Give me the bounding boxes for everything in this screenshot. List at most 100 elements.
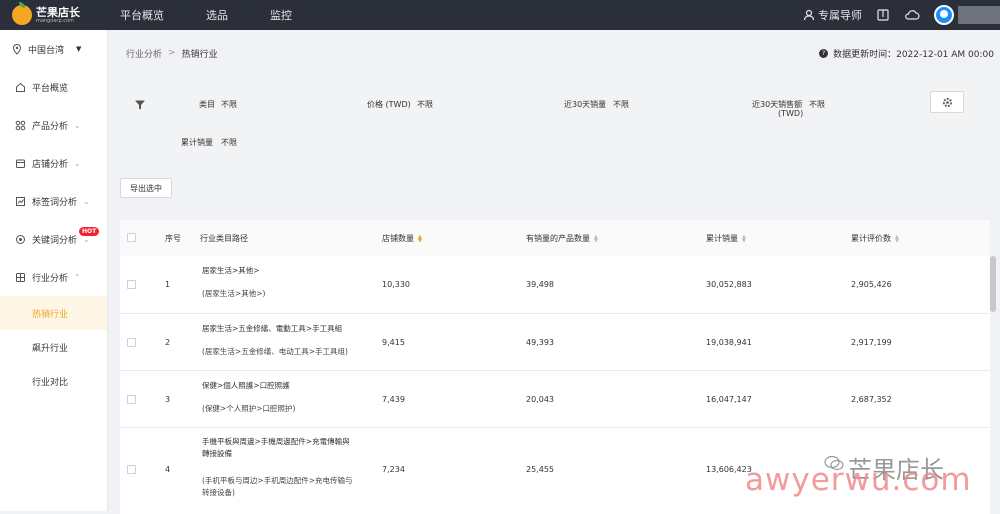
sidebar-subitem-hot-industry[interactable]: 热销行业 [0, 296, 107, 330]
col-sales-label: 累计销量 [706, 234, 738, 243]
row-path: 居家生活>五金修繕、電動工具>手工具組 [202, 324, 343, 333]
filter-sales30-label: 近30天销量 [564, 100, 607, 109]
topnav-product-selection[interactable]: 选品 [206, 7, 228, 23]
col-index: 序号 [165, 234, 181, 243]
row-checkbox[interactable] [127, 465, 136, 474]
filter-panel: 类目 不限 价格 (TWD) 不限 近30天销量 不限 近30天销售额 (TWD… [120, 76, 1000, 170]
sidebar-item-label: 店铺分析 [32, 159, 69, 170]
col-shops[interactable]: 店铺数量 ▲ ▼ [382, 233, 422, 244]
chevron-down-icon: ⌄ [83, 196, 90, 206]
grid-icon [14, 119, 26, 131]
sort-icon[interactable]: ▲ ▼ [742, 234, 746, 243]
sidebar-subitem-industry-compare[interactable]: 行业对比 [0, 364, 107, 398]
row-checkbox[interactable] [127, 280, 136, 289]
table-row[interactable]: 3 保健>個人照護>口腔照護 (保健>个人照护>口腔照护) 7,439 20,0… [120, 371, 990, 428]
breadcrumb: 行业分析 > 热销行业 ? 数据更新时间：2022-12-01 AM 00:00 [120, 30, 1000, 76]
mango-icon [12, 2, 32, 25]
filter-price-label: 价格 (TWD) [367, 100, 411, 109]
sidebar-item-label: 行业分析 [32, 273, 69, 284]
sidebar-item-label: 标签词分析 [32, 197, 78, 208]
avatar[interactable] [934, 5, 954, 25]
scrollbar[interactable] [990, 256, 996, 312]
sort-icon[interactable]: ▲ ▼ [895, 234, 899, 243]
col-products[interactable]: 有销量的产品数量 ▲ ▼ [526, 233, 598, 244]
filter-category-value[interactable]: 不限 [221, 99, 237, 110]
col-products-label: 有销量的产品数量 [526, 234, 590, 243]
hot-badge: HOT [79, 227, 100, 236]
topnav-monitor[interactable]: 监控 [270, 7, 292, 23]
help-icon[interactable]: ? [819, 48, 829, 58]
industry-icon [14, 271, 26, 283]
breadcrumb-current: 热销行业 [181, 49, 218, 60]
caret-down-icon: ▼ [76, 45, 82, 53]
gear-icon [942, 97, 952, 107]
col-reviews[interactable]: 累计评价数 ▲ ▼ [851, 233, 899, 244]
filter-revenue30-unit: (TWD) [778, 109, 804, 118]
home-icon [14, 81, 26, 93]
export-selected-button[interactable]: 导出选中 [120, 178, 172, 198]
row-reviews: 2,917,199 [851, 338, 892, 347]
row-sales: 30,052,883 [706, 280, 752, 289]
filter-total-sales-value[interactable]: 不限 [221, 137, 237, 148]
sidebar-item-product-analysis[interactable]: 产品分析 ⌄ [0, 106, 107, 144]
brand-logo[interactable]: 芒果店长 mangoerp.com [0, 2, 108, 25]
watermark-url: awyerwu.com [745, 462, 972, 498]
row-reviews: 2,905,426 [851, 280, 892, 289]
brand-domain: mangoerp.com [36, 17, 74, 24]
breadcrumb-parent[interactable]: 行业分析 [126, 47, 162, 60]
sidebar-item-shop-analysis[interactable]: 店铺分析 ⌄ [0, 144, 107, 182]
settings-button[interactable] [930, 91, 964, 113]
main-content: 行业分析 > 热销行业 ? 数据更新时间：2022-12-01 AM 00:00… [120, 30, 1000, 514]
col-sales[interactable]: 累计销量 ▲ ▼ [706, 233, 746, 244]
row-path-sub: (居家生活>其他>) [202, 289, 266, 298]
sidebar-item-overview[interactable]: 平台概览 [0, 68, 107, 106]
row-products: 20,043 [526, 395, 554, 404]
sidebar-item-industry-analysis[interactable]: 行业分析 ⌃ [0, 258, 107, 296]
sidebar-item-tag-analysis[interactable]: 标签词分析 ⌄ [0, 182, 107, 220]
book-icon[interactable] [876, 8, 890, 22]
filter-price-value[interactable]: 不限 [417, 99, 433, 110]
brand-name: 芒果店长 [36, 5, 80, 19]
filter-total-sales-label: 累计销量 [181, 138, 213, 147]
row-shops: 10,330 [382, 280, 410, 289]
mentor-button[interactable]: 专属导师 [803, 7, 862, 23]
row-index: 2 [165, 338, 171, 347]
table-row[interactable]: 2 居家生活>五金修繕、電動工具>手工具組 (居家生活>五金修缮、电动工具>手工… [120, 314, 990, 371]
table-row[interactable]: 1 居家生活>其他> (居家生活>其他>) 10,330 39,498 30,0… [120, 256, 990, 314]
username-blurred[interactable] [958, 6, 1000, 24]
row-index: 4 [165, 465, 171, 474]
shop-icon [14, 157, 26, 169]
sort-icon[interactable]: ▲ ▼ [594, 234, 598, 243]
cloud-icon[interactable] [904, 8, 920, 22]
sidebar: 中国台湾 ▼ 平台概览 产品分析 ⌄ 店铺分析 ⌄ 标签词分析 ⌄ 关键词分析 … [0, 30, 108, 511]
col-path: 行业类目路径 [200, 234, 248, 243]
row-shops: 7,439 [382, 395, 405, 404]
row-path-sub: (手机平板与周边>手机周边配件>充电传输与 [202, 476, 353, 485]
row-products: 25,455 [526, 465, 554, 474]
row-path-sub: (保健>个人照护>口腔照护) [202, 404, 296, 413]
sidebar-item-label: 关键词分析 [32, 235, 78, 246]
select-all-checkbox[interactable] [127, 233, 136, 242]
col-shops-label: 店铺数量 [382, 234, 414, 243]
row-checkbox[interactable] [127, 338, 136, 347]
sidebar-item-keyword-analysis[interactable]: 关键词分析 ⌄ HOT [0, 220, 107, 258]
update-time: ? 数据更新时间：2022-12-01 AM 00:00 [819, 47, 994, 60]
chevron-up-icon: ⌃ [74, 272, 81, 282]
topnav-overview[interactable]: 平台概览 [120, 7, 164, 23]
filter-category-label: 类目 [199, 100, 215, 109]
row-path-sub: (居家生活>五金修缮、电动工具>手工具组) [202, 347, 348, 356]
target-icon [14, 233, 26, 245]
filter-revenue30-value[interactable]: 不限 [809, 99, 825, 110]
chart-icon [14, 195, 26, 207]
filter-sales30-value[interactable]: 不限 [613, 99, 629, 110]
row-path-cont: 轉接設備 [202, 449, 232, 458]
row-path: 居家生活>其他> [202, 266, 260, 275]
row-reviews: 2,687,352 [851, 395, 892, 404]
sidebar-subitem-rising-industry[interactable]: 飙升行业 [0, 330, 107, 364]
sort-icon[interactable]: ▲ ▼ [418, 234, 422, 243]
region-selector[interactable]: 中国台湾 ▼ [0, 30, 107, 68]
row-shops: 9,415 [382, 338, 405, 347]
row-products: 39,498 [526, 280, 554, 289]
row-checkbox[interactable] [127, 395, 136, 404]
update-time-text: 数据更新时间：2022-12-01 AM 00:00 [833, 49, 994, 60]
